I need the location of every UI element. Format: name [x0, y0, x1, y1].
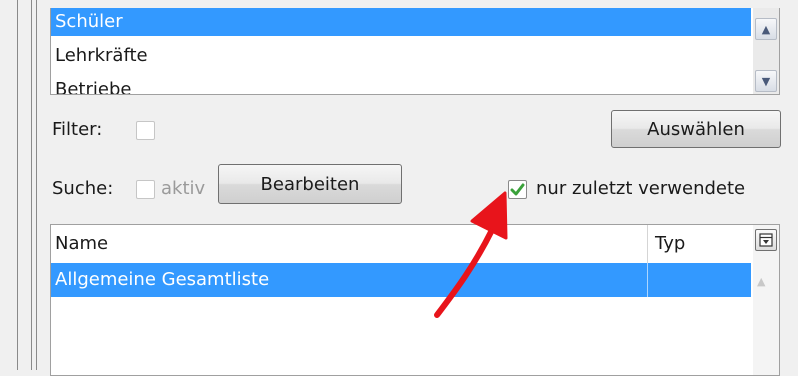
- column-chooser-button[interactable]: [755, 229, 777, 251]
- column-header-name[interactable]: Name: [55, 225, 108, 263]
- search-label: Suche:: [52, 178, 114, 199]
- column-header-typ[interactable]: Typ: [655, 225, 685, 263]
- list-item[interactable]: Lehrkräfte: [51, 42, 751, 70]
- triangle-down-icon: ▼: [761, 74, 771, 88]
- select-button[interactable]: Auswählen: [611, 110, 781, 148]
- frame-line: [36, 0, 37, 370]
- grid-header: Name Typ: [51, 225, 751, 264]
- aktiv-checkbox[interactable]: [136, 180, 155, 199]
- frame-line: [31, 0, 32, 370]
- filter-label: Filter:: [52, 119, 103, 140]
- column-divider[interactable]: [647, 225, 648, 263]
- aktiv-label: aktiv: [161, 178, 206, 199]
- listbox-scrollbar[interactable]: ▲ ▼: [753, 8, 779, 94]
- recent-only-label: nur zuletzt verwendete: [536, 178, 746, 199]
- triangle-up-icon: ▲: [761, 22, 771, 36]
- list-grid[interactable]: Name Typ Allgemeine Gesamtliste ▲: [50, 224, 780, 376]
- grid-scrollbar[interactable]: ▲: [753, 225, 779, 375]
- scroll-up-icon: ▲: [757, 275, 766, 288]
- scroll-down-button[interactable]: ▼: [755, 70, 777, 92]
- filter-checkbox[interactable]: [136, 121, 155, 140]
- checkmark-icon: [510, 183, 525, 196]
- table-row[interactable]: Allgemeine Gesamtliste: [51, 263, 751, 297]
- cell-divider: [647, 263, 648, 297]
- row-name-cell: Allgemeine Gesamtliste: [55, 269, 270, 290]
- column-chooser-icon: [759, 233, 773, 247]
- category-listbox[interactable]: Schüler Lehrkräfte Betriebe ▲ ▼: [50, 8, 780, 95]
- edit-button[interactable]: Bearbeiten: [218, 164, 402, 204]
- frame-line: [17, 0, 18, 370]
- list-item[interactable]: Betriebe: [51, 76, 751, 94]
- recent-only-checkbox[interactable]: [508, 180, 527, 199]
- list-item[interactable]: Schüler: [51, 8, 751, 36]
- scroll-up-button[interactable]: ▲: [755, 18, 777, 40]
